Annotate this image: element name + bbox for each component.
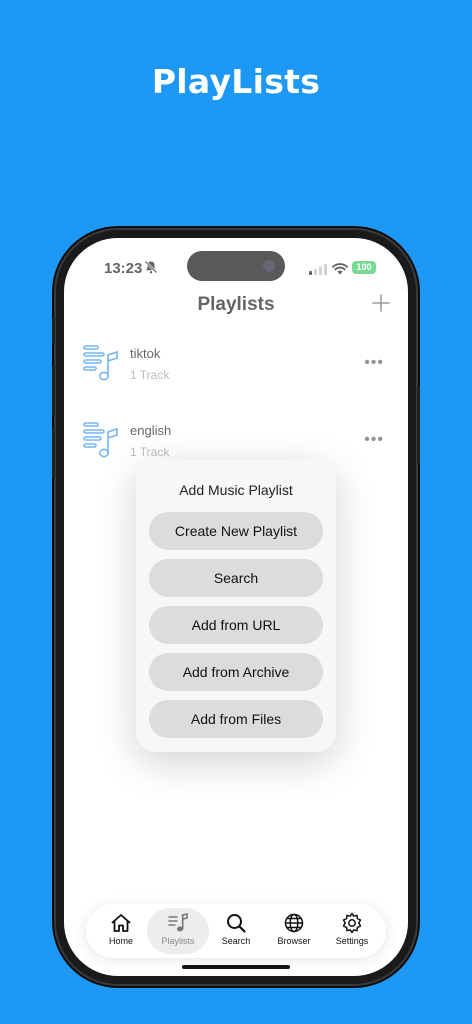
- volume-down-button: [52, 428, 55, 478]
- tab-browser[interactable]: Browser: [263, 908, 325, 954]
- create-new-playlist-button[interactable]: Create New Playlist: [149, 512, 323, 550]
- playlist-icon: [168, 912, 188, 932]
- tab-label: Settings: [335, 936, 369, 946]
- search-icon: [227, 914, 246, 933]
- add-from-files-button[interactable]: Add from Files: [149, 700, 323, 738]
- tab-home[interactable]: Home: [90, 908, 152, 954]
- tab-settings[interactable]: Settings: [321, 908, 383, 954]
- tab-playlists[interactable]: Playlists: [147, 908, 209, 954]
- tab-label: Home: [108, 936, 133, 946]
- home-icon: [111, 914, 131, 932]
- promo-title: PlayLists: [151, 62, 321, 101]
- tab-label: Playlists: [161, 936, 195, 946]
- home-indicator: [182, 965, 290, 969]
- add-from-url-button[interactable]: Add from URL: [149, 606, 323, 644]
- power-button: [417, 386, 420, 464]
- sheet-title: Add Music Playlist: [179, 482, 293, 498]
- add-playlist-sheet: Add Music Playlist Create New Playlist S…: [136, 460, 336, 752]
- action-button: [52, 318, 55, 344]
- volume-up-button: [52, 366, 55, 416]
- add-from-archive-button[interactable]: Add from Archive: [149, 653, 323, 691]
- tab-label: Browser: [277, 936, 311, 946]
- gear-icon: [342, 912, 362, 934]
- globe-icon: [284, 913, 304, 933]
- tab-search[interactable]: Search: [205, 908, 267, 954]
- phone-screen: 13:23 100 Playlists tiktok 1 Track ••• e…: [64, 238, 408, 976]
- tab-bar: Home Playlists Search Browser Settings: [86, 904, 386, 958]
- tab-label: Search: [221, 936, 251, 946]
- search-button[interactable]: Search: [149, 559, 323, 597]
- phone-frame: 13:23 100 Playlists tiktok 1 Track ••• e…: [52, 230, 420, 984]
